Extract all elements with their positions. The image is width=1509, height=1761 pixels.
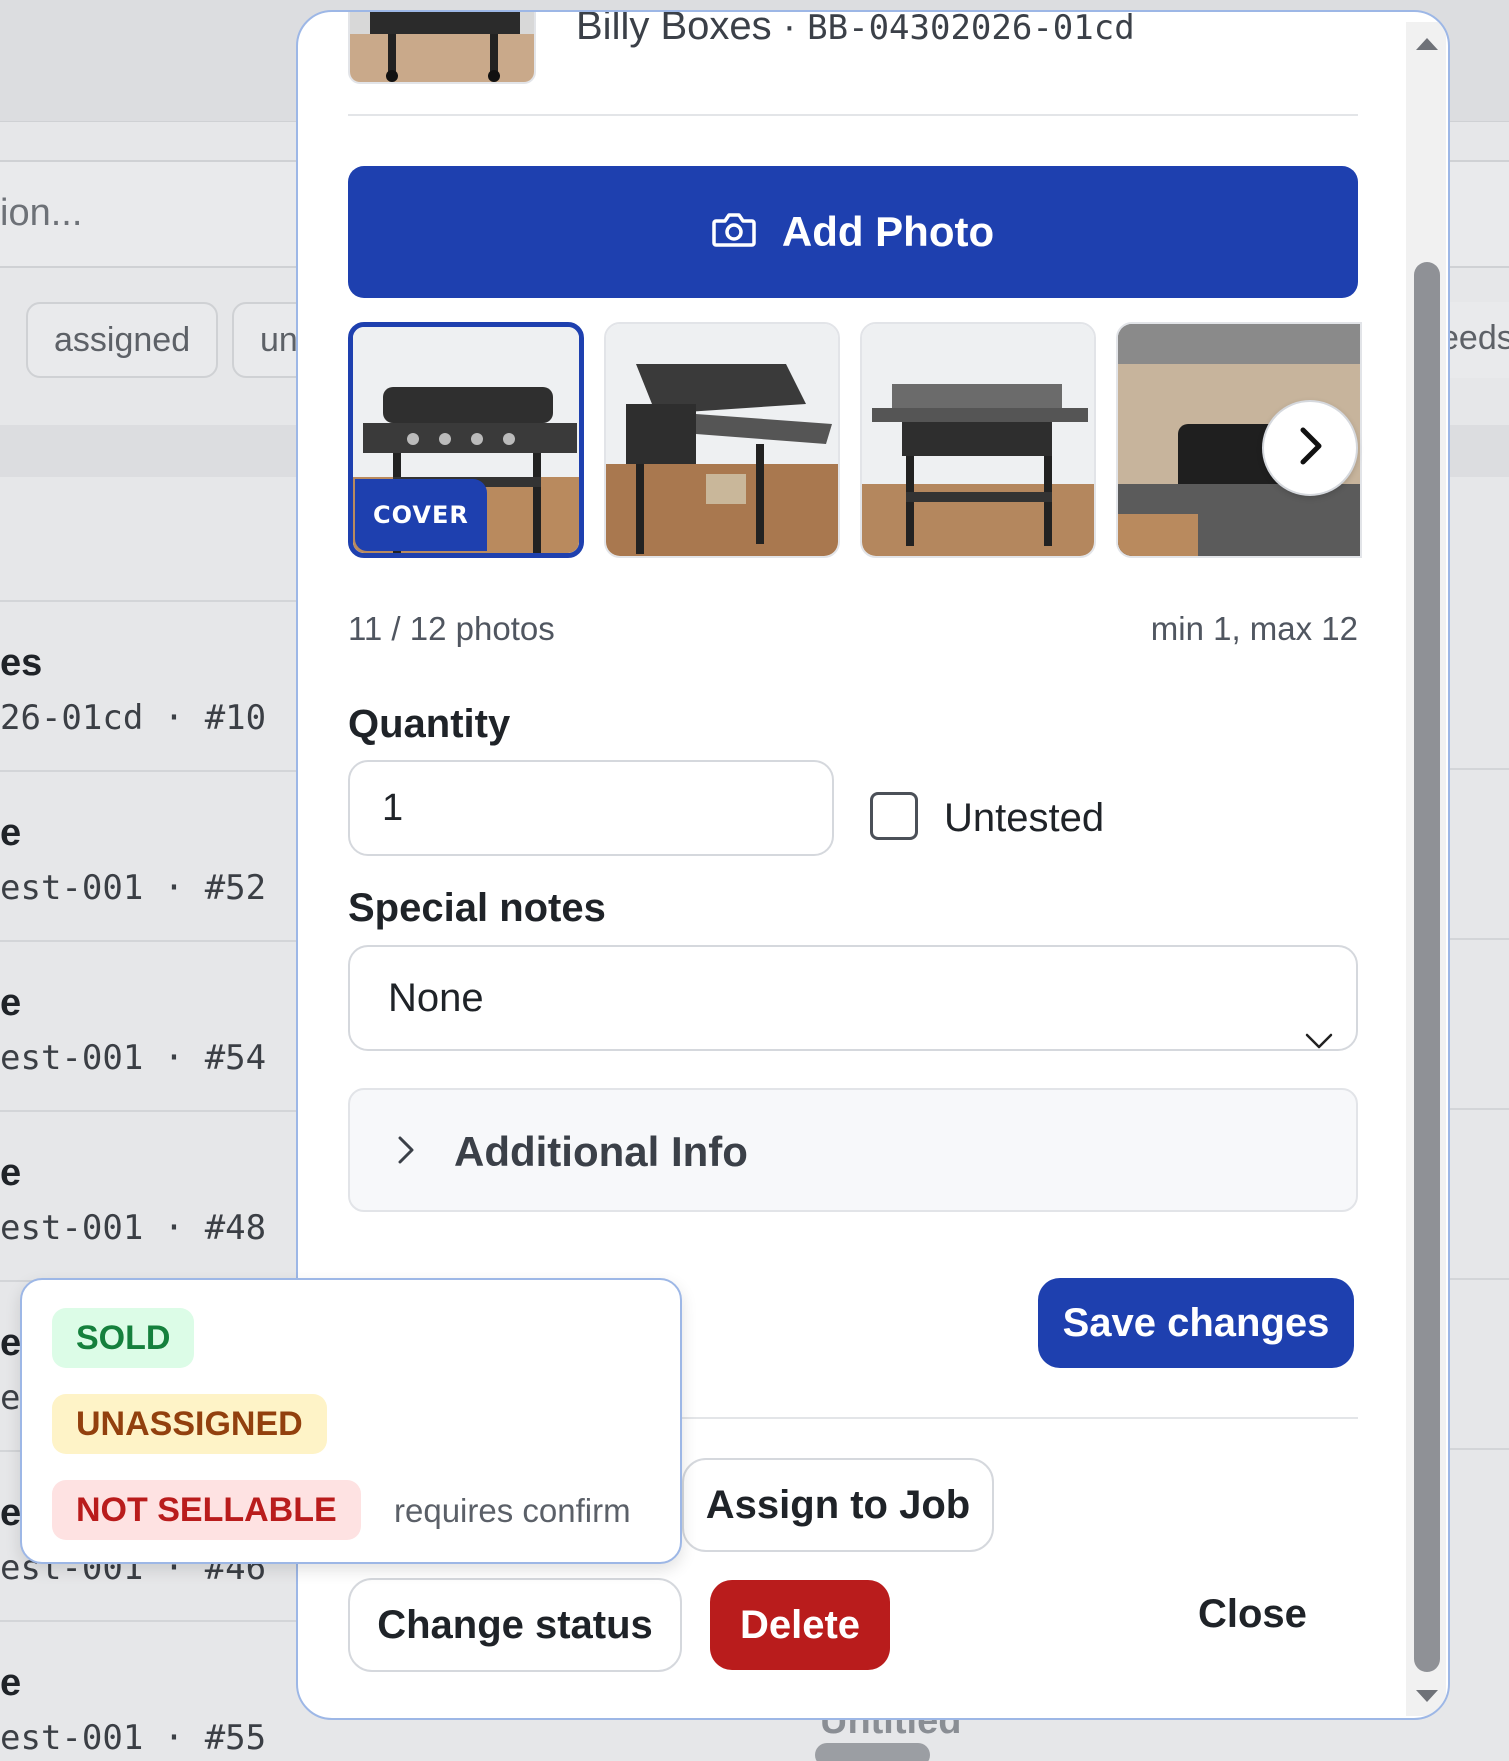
untested-checkbox[interactable] bbox=[870, 792, 918, 840]
delete-button[interactable]: Delete bbox=[710, 1580, 890, 1670]
requires-confirm-note: requires confirm bbox=[394, 1492, 631, 1529]
quantity-input[interactable]: 1 bbox=[348, 760, 834, 856]
close-button[interactable]: Close bbox=[1198, 1592, 1307, 1637]
background-list-item: e est-001 · #55 bbox=[0, 1620, 330, 1761]
chevron-right-icon bbox=[396, 1134, 416, 1170]
photo-thumbnail-2[interactable] bbox=[604, 322, 840, 558]
add-photo-button[interactable]: Add Photo bbox=[348, 166, 1358, 298]
status-option-unassigned[interactable]: UNASSIGNED bbox=[52, 1394, 327, 1454]
next-photos-button[interactable] bbox=[1262, 400, 1358, 496]
change-status-button[interactable]: Change status bbox=[348, 1578, 682, 1672]
chevron-down-icon bbox=[1304, 987, 1334, 1089]
filter-chip-assigned: assigned bbox=[26, 302, 219, 378]
background-list-item: es 26-01cd · #10 bbox=[0, 600, 330, 770]
drag-handle[interactable] bbox=[815, 1743, 930, 1761]
photo-thumbnail-3[interactable] bbox=[860, 322, 1096, 558]
background-list-item: e est-001 · #54 bbox=[0, 940, 330, 1110]
camera-icon bbox=[712, 211, 756, 253]
chevron-right-icon bbox=[1295, 426, 1325, 470]
photo-limits: min 1, max 12 bbox=[1150, 610, 1358, 647]
item-title: Billy Boxes · BB-04302026-01cd bbox=[576, 10, 1135, 48]
special-notes-label: Special notes bbox=[348, 886, 606, 930]
scroll-up-arrow-icon[interactable] bbox=[1414, 36, 1440, 56]
item-sku: BB-04302026-01cd bbox=[807, 10, 1135, 48]
photo-count: 11 / 12 photos bbox=[348, 610, 555, 647]
additional-info-accordion[interactable]: Additional Info bbox=[348, 1088, 1358, 1212]
special-notes-value: None bbox=[388, 976, 484, 1020]
untested-label[interactable]: Untested bbox=[944, 796, 1104, 841]
background-divider bbox=[1450, 1108, 1509, 1110]
assign-to-job-button[interactable]: Assign to Job bbox=[682, 1458, 994, 1552]
status-option-sold[interactable]: SOLD bbox=[52, 1308, 195, 1368]
background-divider bbox=[1450, 1448, 1509, 1450]
photo-thumbnail-1[interactable]: COVER bbox=[348, 322, 584, 558]
background-divider bbox=[1450, 1278, 1509, 1280]
status-menu: SOLD UNASSIGNED NOT SELLABLE requires co… bbox=[20, 1278, 682, 1564]
additional-info-label: Additional Info bbox=[454, 1128, 748, 1175]
scroll-down-arrow-icon[interactable] bbox=[1414, 1688, 1440, 1708]
special-notes-select[interactable]: None bbox=[348, 945, 1358, 1051]
add-photo-label: Add Photo bbox=[781, 208, 995, 255]
save-changes-button[interactable]: Save changes bbox=[1038, 1278, 1354, 1368]
quantity-label: Quantity bbox=[348, 702, 511, 746]
divider bbox=[348, 114, 1358, 116]
background-list-item: e est-001 · #52 bbox=[0, 770, 330, 940]
header-thumbnail bbox=[348, 12, 536, 84]
background-search-placeholder: ion... bbox=[0, 192, 83, 234]
status-option-not-sellable[interactable]: NOT SELLABLE bbox=[52, 1480, 361, 1540]
scrollbar-thumb[interactable] bbox=[1414, 262, 1440, 1672]
cover-badge: COVER bbox=[355, 479, 487, 551]
background-list-item: e est-001 · #48 bbox=[0, 1110, 330, 1280]
background-divider bbox=[1450, 768, 1509, 770]
background-divider bbox=[1450, 938, 1509, 940]
